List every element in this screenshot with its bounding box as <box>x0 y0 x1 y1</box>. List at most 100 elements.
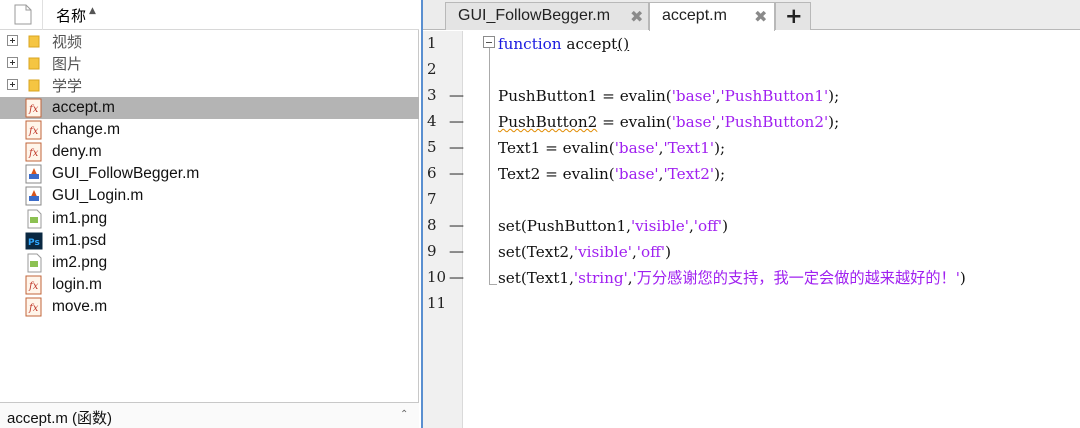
matlab-gui-icon <box>25 164 42 184</box>
matlab-function-icon: fx <box>25 120 42 140</box>
file-row[interactable]: GUI_FollowBegger.m <box>0 163 419 185</box>
sort-ascending-icon: ▲ <box>89 6 96 16</box>
matlab-function-icon: fx <box>25 142 42 162</box>
file-label: im1.psd <box>52 231 107 249</box>
code-line-5: Text1 = evalin('base','Text1'); <box>498 139 726 157</box>
column-header[interactable]: 名称 ▲ <box>0 0 419 30</box>
breakpoint-marker[interactable]: — <box>449 164 464 182</box>
file-label: move.m <box>52 298 108 316</box>
breakpoint-marker[interactable]: — <box>449 112 464 130</box>
file-label: deny.m <box>52 142 102 160</box>
line-number: 5— <box>427 138 464 156</box>
line-number: 10— <box>427 268 464 286</box>
line-number: 9— <box>427 242 464 260</box>
folder-icon <box>28 57 40 70</box>
breakpoint-marker[interactable]: — <box>449 86 464 104</box>
photoshop-file-icon: Ps <box>25 232 43 250</box>
svg-text:Ps: Ps <box>28 238 40 248</box>
warning-squiggle: PushButton2 <box>498 113 598 131</box>
file-label: im1.png <box>52 209 108 227</box>
svg-text:fx: fx <box>28 126 39 137</box>
code-line-6: Text2 = evalin('base','Text2'); <box>498 165 726 183</box>
file-row[interactable]: fx move.m <box>0 296 419 318</box>
fold-guide <box>489 48 490 284</box>
breakpoint-marker[interactable]: — <box>449 216 464 234</box>
code-line-9: set(Text2,'visible','off') <box>498 243 671 261</box>
breakpoint-marker[interactable]: — <box>449 138 464 156</box>
file-row[interactable]: GUI_Login.m <box>0 185 419 207</box>
status-text: accept.m (函数) <box>7 410 113 427</box>
folder-label: 图片 <box>52 55 83 74</box>
current-folder-panel: 名称 ▲ 视频 图片 学学 fx accept.m fx change.m fx… <box>0 0 419 428</box>
tab-gui-followbegger[interactable]: GUI_FollowBegger.m ✖ <box>445 2 649 30</box>
folder-icon <box>28 79 40 92</box>
tab-label: accept.m <box>662 7 727 24</box>
matlab-function-icon: fx <box>25 275 42 295</box>
line-number: 7 <box>427 190 437 208</box>
folder-label: 视频 <box>52 33 83 51</box>
folder-row[interactable]: 图片 <box>0 52 419 74</box>
collapse-caret-icon[interactable]: ⌃ <box>400 409 408 420</box>
document-icon <box>14 4 32 25</box>
file-label: accept.m <box>52 98 115 116</box>
expand-plus-icon[interactable] <box>7 79 18 91</box>
column-divider <box>42 0 43 30</box>
name-column-header[interactable]: 名称 <box>56 5 86 26</box>
folder-label: 学学 <box>52 77 83 96</box>
line-number: 3— <box>427 86 464 104</box>
line-number: 1 <box>427 34 437 52</box>
expand-plus-icon[interactable] <box>7 57 18 69</box>
svg-text:fx: fx <box>28 148 39 159</box>
file-row[interactable]: im1.png <box>0 208 419 230</box>
new-tab-button[interactable]: + <box>775 2 811 30</box>
expand-plus-icon[interactable] <box>7 35 18 46</box>
matlab-gui-icon <box>25 186 42 206</box>
folder-icon <box>28 35 40 48</box>
file-row-selected[interactable]: fx accept.m <box>0 96 419 119</box>
svg-text:fx: fx <box>28 281 39 292</box>
tab-label: GUI_FollowBegger.m <box>458 7 611 24</box>
file-list: 视频 图片 学学 fx accept.m fx change.m fx deny… <box>0 30 419 318</box>
matlab-function-icon: fx <box>25 297 42 317</box>
file-label: GUI_FollowBegger.m <box>52 165 200 183</box>
file-label: im2.png <box>52 253 108 271</box>
code-line-10: set(Text1,'string','万分感谢您的支持，我一定会做的越来越好的… <box>498 269 966 287</box>
folder-row[interactable]: 视频 <box>0 30 419 52</box>
svg-text:fx: fx <box>28 303 39 314</box>
line-number: 2 <box>427 60 437 78</box>
file-row[interactable]: fx change.m <box>0 119 419 141</box>
file-label: change.m <box>52 120 121 138</box>
breakpoint-marker[interactable]: — <box>449 242 464 260</box>
matlab-function-icon: fx <box>25 98 42 118</box>
close-icon[interactable]: ✖ <box>630 7 643 26</box>
code-area[interactable]: function accept() PushButton1 = evalin('… <box>464 31 1080 428</box>
file-row[interactable]: fx deny.m <box>0 141 419 163</box>
folder-row[interactable]: 学学 <box>0 74 419 96</box>
image-file-icon <box>27 209 42 228</box>
file-label: login.m <box>52 276 102 294</box>
line-number: 11 <box>427 294 447 312</box>
line-number: 4— <box>427 112 464 130</box>
tab-accept[interactable]: accept.m ✖ <box>649 2 775 31</box>
line-number: 8— <box>427 216 464 234</box>
details-status-bar: accept.m (函数) ⌃ <box>0 402 419 428</box>
code-line-3: PushButton1 = evalin('base','PushButton1… <box>498 87 840 105</box>
line-number: 6— <box>427 164 464 182</box>
file-row[interactable]: im2.png <box>0 252 419 274</box>
file-row[interactable]: fx login.m <box>0 274 419 296</box>
editor-tab-bar: GUI_FollowBegger.m ✖ accept.m ✖ + <box>423 0 1080 31</box>
line-number-gutter[interactable]: 1 2 3— 4— 5— 6— 7 8— 9— 10— 11 <box>423 31 464 428</box>
image-file-icon <box>27 253 42 273</box>
close-icon[interactable]: ✖ <box>754 7 767 26</box>
code-line-8: set(PushButton1,'visible','off') <box>498 217 729 235</box>
file-label: GUI_Login.m <box>52 187 144 205</box>
file-row[interactable]: Ps im1.psd <box>0 230 419 252</box>
svg-text:fx: fx <box>28 104 39 115</box>
code-line-4: PushButton2 = evalin('base','PushButton2… <box>498 113 840 131</box>
code-editor: GUI_FollowBegger.m ✖ accept.m ✖ + 1 2 3—… <box>421 0 1080 428</box>
code-line-1: function accept() <box>498 35 630 53</box>
plus-icon: + <box>785 4 803 28</box>
fold-collapse-icon[interactable] <box>483 36 495 48</box>
breakpoint-marker[interactable]: — <box>449 268 464 286</box>
fold-guide-end <box>489 284 497 285</box>
